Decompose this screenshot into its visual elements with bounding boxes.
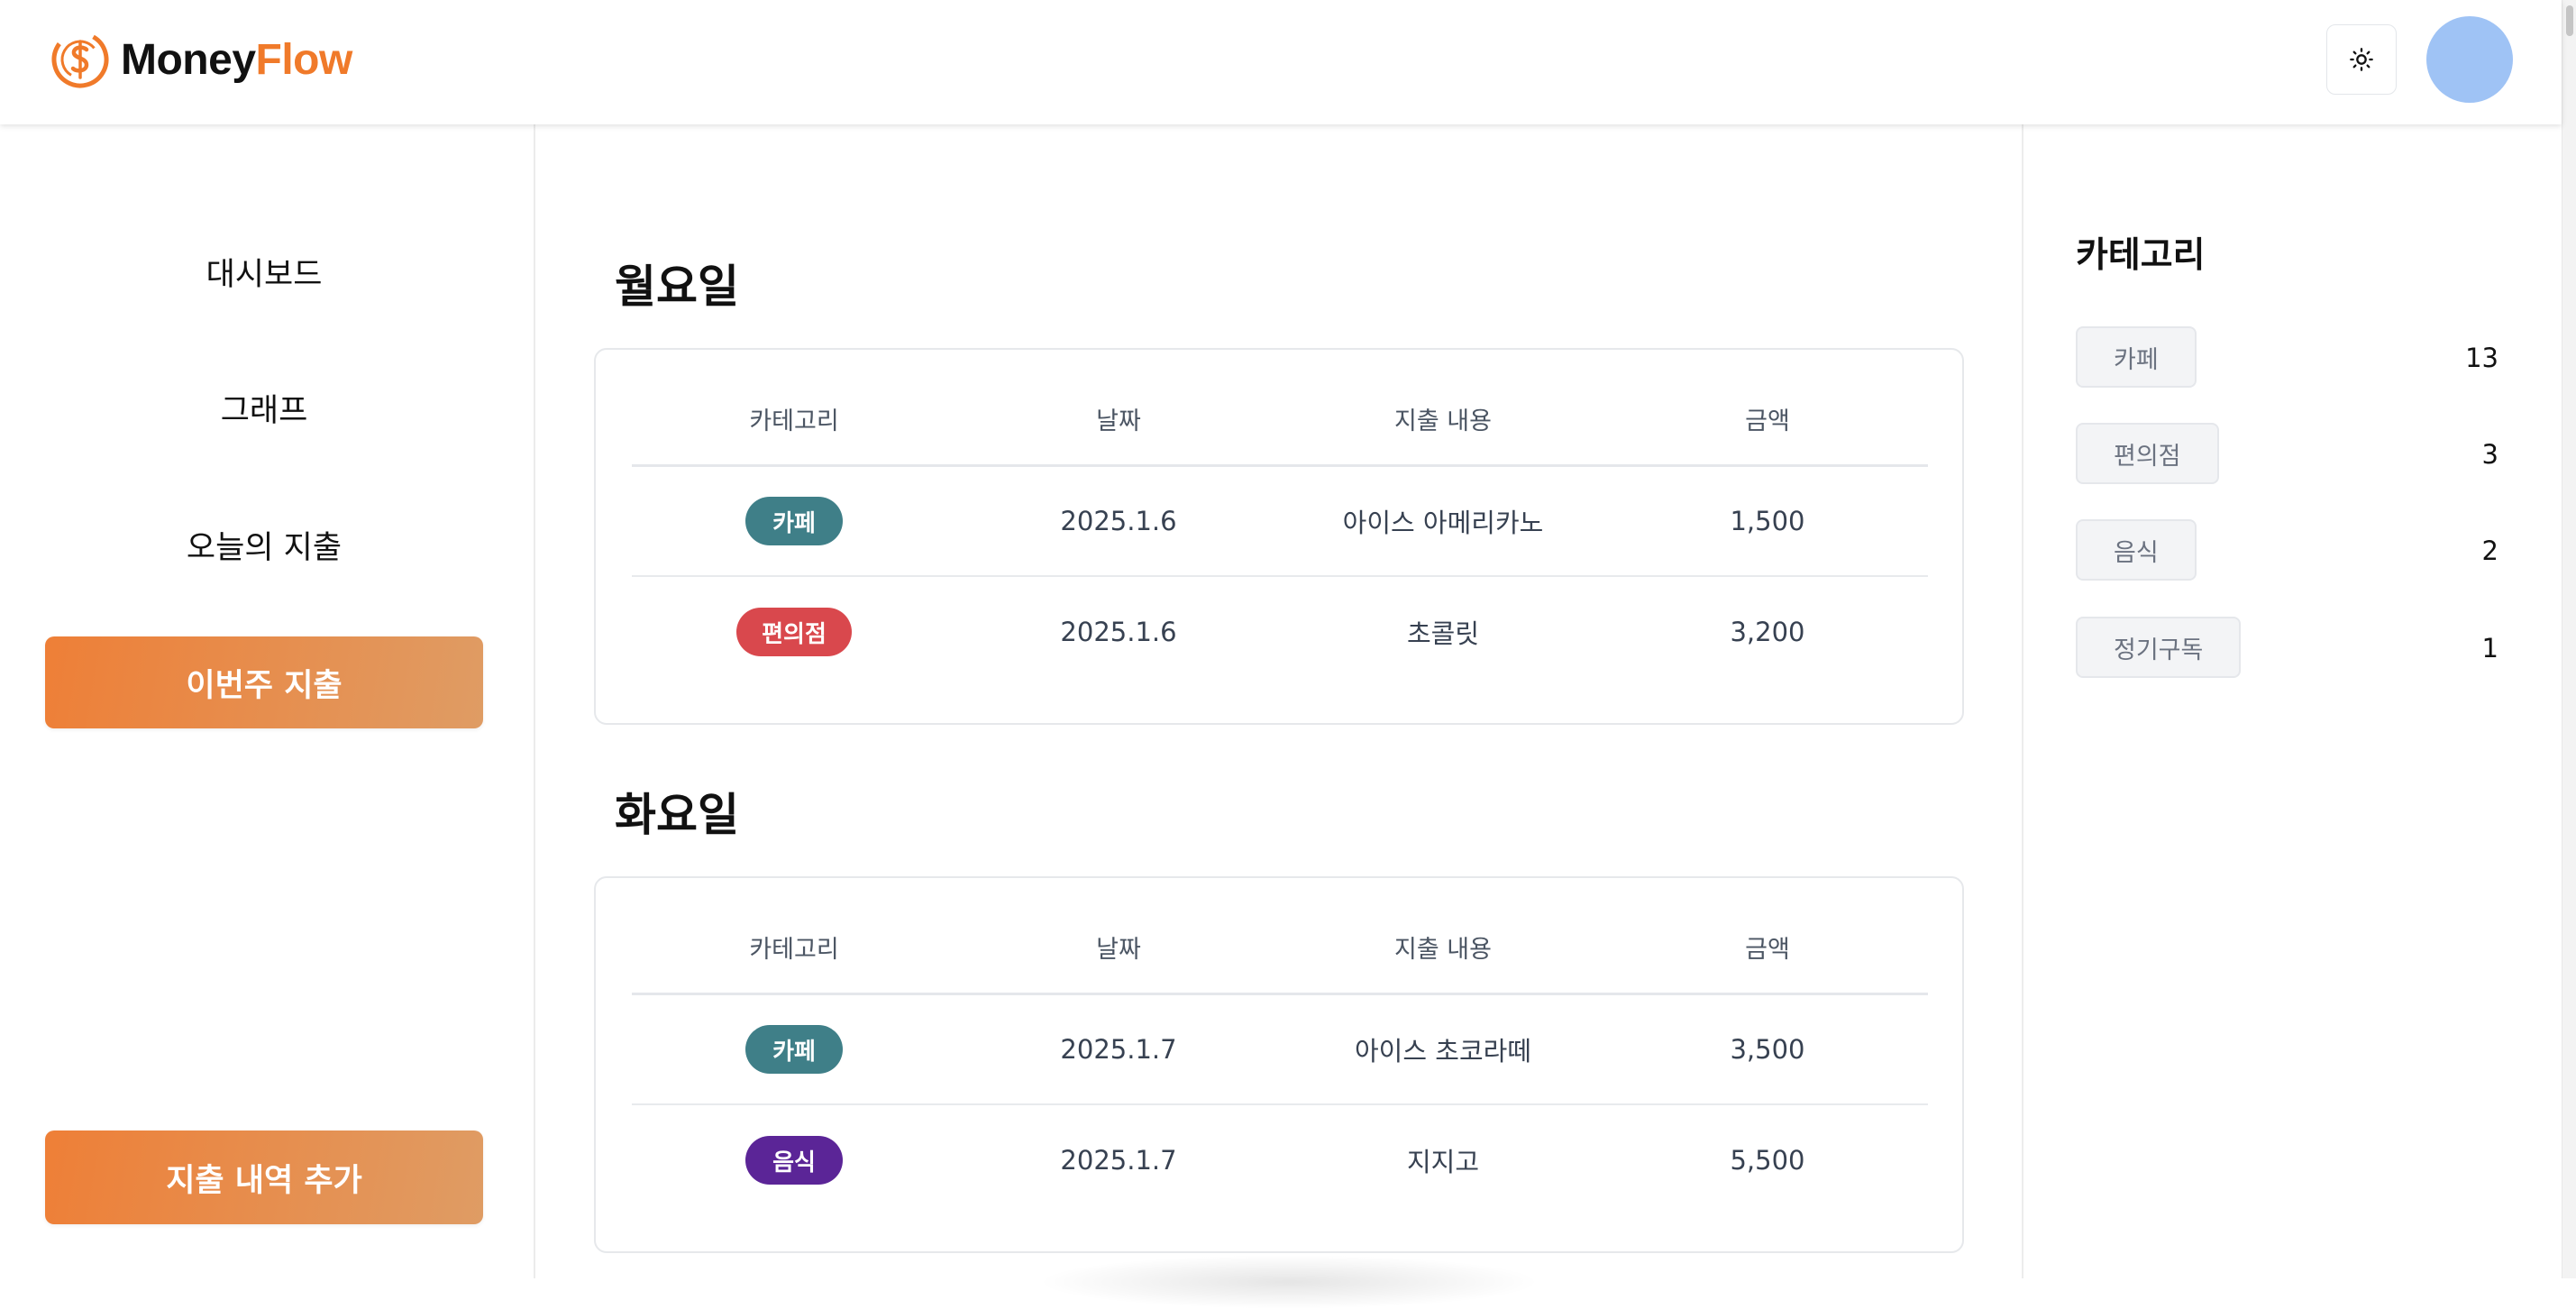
amount-cell: 3,200: [1730, 617, 1805, 647]
category-badge-cafe: 카페: [745, 1025, 843, 1074]
category-cell: 카페: [632, 995, 956, 1103]
category-count-food: 2: [2481, 536, 2498, 566]
category-panel: 카테고리 카페 13 편의점 3 음식 2 정기구독 1: [2022, 124, 2562, 1278]
description-cell: 아이스 아메리카노: [1342, 508, 1544, 538]
amount-cell: 5,500: [1730, 1145, 1805, 1176]
column-header-description: 지출 내용: [1394, 936, 1492, 964]
brand-name-part1: Money: [121, 35, 256, 84]
top-header: MoneyFlow: [0, 0, 2562, 124]
column-header-description: 지출 내용: [1394, 407, 1492, 435]
category-badge-convenience-store: 편의점: [736, 608, 852, 656]
description-cell: 아이스 초코라떼: [1355, 1036, 1531, 1066]
category-panel-title: 카테고리: [2076, 235, 2206, 276]
sun-icon: [2350, 48, 2373, 71]
day-title-monday: 월요일: [615, 261, 739, 313]
category-count-subscription: 1: [2481, 633, 2498, 664]
nav-graph[interactable]: 그래프: [45, 362, 483, 453]
add-expense-button[interactable]: 지출 내역 추가: [45, 1130, 483, 1224]
nav-dashboard[interactable]: 대시보드: [45, 225, 483, 317]
nav-this-week-expense[interactable]: 이번주 지출: [45, 636, 483, 728]
brand-name: MoneyFlow: [121, 35, 352, 85]
category-cell: 음식: [632, 1105, 956, 1215]
money-flow-logo-icon: [51, 31, 109, 88]
date-cell: 2025.1.7: [1060, 1145, 1177, 1176]
description-cell: 초콜릿: [1406, 618, 1480, 649]
column-header-amount: 금액: [1745, 407, 1790, 435]
category-count-cafe: 13: [2465, 343, 2498, 373]
nav-today-expense[interactable]: 오늘의 지출: [45, 499, 483, 590]
category-cell: 편의점: [632, 577, 956, 687]
category-cell: 카페: [632, 467, 956, 575]
column-header-date: 날짜: [1096, 407, 1141, 435]
day-title-tuesday: 화요일: [615, 789, 739, 841]
table-row[interactable]: 카페 2025.1.7 아이스 초코라떼 3,500: [632, 995, 1928, 1105]
category-chip-cafe[interactable]: 카페: [2076, 326, 2197, 388]
table-header: 카테고리 날짜 지출 내용 금액: [632, 878, 1928, 995]
brand-name-part2: Flow: [255, 35, 353, 84]
category-badge-cafe: 카페: [745, 497, 843, 545]
amount-cell: 1,500: [1730, 506, 1805, 536]
column-header-date: 날짜: [1096, 936, 1141, 964]
category-badge-food: 음식: [745, 1136, 843, 1185]
description-cell: 지지고: [1406, 1147, 1480, 1177]
amount-cell: 3,500: [1730, 1034, 1805, 1065]
table-row[interactable]: 음식 2025.1.7 지지고 5,500: [632, 1105, 1928, 1215]
column-header-category: 카테고리: [749, 407, 839, 435]
expense-table-monday: 카테고리 날짜 지출 내용 금액 카페 2025.1.6 아이스 아메리카노 1…: [594, 348, 1964, 725]
scroll-fade-shadow: [1037, 1255, 1541, 1309]
date-cell: 2025.1.7: [1060, 1034, 1177, 1065]
left-sidebar: 대시보드 그래프 오늘의 지출 이번주 지출 지출 내역 추가: [0, 124, 535, 1278]
page-scrollbar[interactable]: [2562, 0, 2576, 1278]
brand-logo[interactable]: MoneyFlow: [49, 25, 352, 94]
user-avatar[interactable]: [2426, 16, 2513, 103]
category-chip-convenience-store[interactable]: 편의점: [2076, 423, 2219, 484]
table-header: 카테고리 날짜 지출 내용 금액: [632, 350, 1928, 467]
table-row[interactable]: 카페 2025.1.6 아이스 아메리카노 1,500: [632, 467, 1928, 577]
column-header-amount: 금액: [1745, 936, 1790, 964]
theme-toggle-button[interactable]: [2326, 24, 2397, 95]
column-header-category: 카테고리: [749, 936, 839, 964]
category-count-convenience-store: 3: [2481, 439, 2498, 470]
category-chip-food[interactable]: 음식: [2076, 519, 2197, 581]
category-chip-subscription[interactable]: 정기구독: [2076, 617, 2242, 678]
date-cell: 2025.1.6: [1060, 617, 1177, 647]
expense-table-tuesday: 카테고리 날짜 지출 내용 금액 카페 2025.1.7 아이스 초코라떼 3,…: [594, 876, 1964, 1253]
date-cell: 2025.1.6: [1060, 506, 1177, 536]
scrollbar-thumb[interactable]: [2566, 5, 2573, 36]
table-row[interactable]: 편의점 2025.1.6 초콜릿 3,200: [632, 577, 1928, 687]
